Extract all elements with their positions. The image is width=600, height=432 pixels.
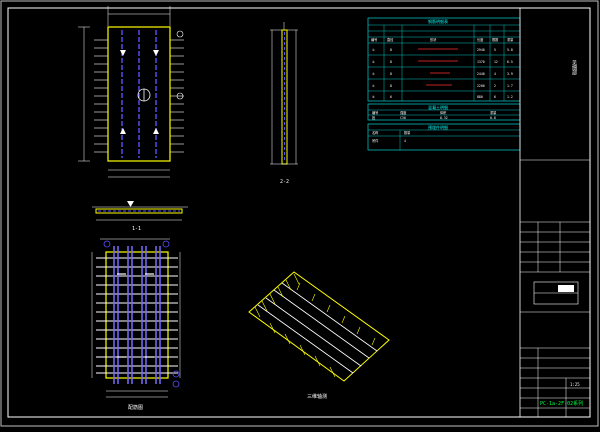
rebar-row-1-count: 5 xyxy=(494,48,496,52)
embed-header-name: 名称 xyxy=(372,130,379,135)
embed-header-qty: 数量 xyxy=(404,130,411,135)
rebar-row-3-count: 4 xyxy=(494,72,496,76)
concrete-row-1-no: 批 xyxy=(372,115,376,120)
rebar-row-1-weight: 5.8 xyxy=(507,48,513,52)
drawing-number: PC-1a-2F-02系列 xyxy=(540,400,583,407)
rebar-row-2-count: 12 xyxy=(494,60,498,64)
reinforcement-plan-view: 配筋图 xyxy=(91,238,181,411)
inner-frame xyxy=(7,7,591,418)
cad-drawing-sheet: 2-2 1-1 配筋图 三维轴测 钢筋明细表 编号 直径 形状 长度 根数 重量… xyxy=(0,0,600,428)
embed-table-title: 预埋件明细 xyxy=(428,124,448,130)
rebar-row-2-no: ② xyxy=(372,60,375,64)
concrete-header-no: 编号 xyxy=(372,110,378,115)
rebar-row-2-weight: 6.5 xyxy=(507,60,513,64)
rebar-row-3-len: 2440 xyxy=(477,72,485,76)
embed-table: 预埋件明细 名称 数量 吊件 4 xyxy=(367,123,521,151)
section-1-1-label: 1-1 xyxy=(132,226,141,232)
outer-frame xyxy=(0,0,599,427)
rebar-row-3-dia: 8 xyxy=(390,72,392,76)
section-1-1-view: 1-1 xyxy=(92,201,188,232)
concrete-row-1-volume: 0.32 xyxy=(440,116,448,120)
rebar-header-count: 根数 xyxy=(492,37,499,42)
isometric-view: 三维轴测 xyxy=(248,271,390,400)
section-2-2-view: 2-2 xyxy=(270,22,298,185)
concrete-row-1-weight: 0.8 xyxy=(490,116,496,120)
rebar-row-2-len: 1370 xyxy=(477,60,485,64)
rebar-header-dia: 直径 xyxy=(387,37,394,42)
rebar-row-4-len: 2200 xyxy=(477,84,485,88)
title-block: 见细部 1:25 PC-1a-2F-02系列 xyxy=(519,8,590,417)
concrete-row-1-grade: C30 xyxy=(400,116,406,120)
rebar-row-4-no: ④ xyxy=(372,84,375,88)
rebar-row-5-count: 6 xyxy=(494,95,496,99)
rebar-row-3-weight: 3.9 xyxy=(507,72,513,76)
rebar-header-shape: 形状 xyxy=(430,37,437,42)
title-block-stamp: 见细部 xyxy=(571,60,577,76)
section-2-2-label: 2-2 xyxy=(280,179,289,185)
rebar-row-2-dia: 8 xyxy=(390,60,392,64)
rebar-row-5-weight: 1.2 xyxy=(507,95,513,99)
rebar-row-1-no: ① xyxy=(372,48,375,52)
rebar-header-no: 编号 xyxy=(371,37,377,42)
rebar-row-1-len: 2940 xyxy=(477,48,485,52)
embed-row-1-qty: 4 xyxy=(404,139,406,143)
concrete-header-grade: 强度 xyxy=(400,110,407,115)
embed-row-1-name: 吊件 xyxy=(372,138,379,143)
rebar-row-5-no: ⑤ xyxy=(372,95,375,99)
rebar-row-4-weight: 1.7 xyxy=(507,84,513,88)
rebar-header-len: 长度 xyxy=(477,37,484,42)
concrete-header-volume: 体积 xyxy=(440,110,447,115)
rebar-row-1-dia: 8 xyxy=(390,48,392,52)
rebar-row-5-len: 880 xyxy=(477,95,483,99)
rebar-table-title: 钢筋明细表 xyxy=(428,18,448,24)
iso-view-label: 三维轴测 xyxy=(307,393,327,400)
plan-view-label: 配筋图 xyxy=(128,404,143,411)
rebar-row-3-no: ③ xyxy=(372,72,375,76)
concrete-table-title: 混凝土明细 xyxy=(428,104,448,110)
rebar-row-4-dia: 8 xyxy=(390,84,392,88)
rebar-row-5-dia: 6 xyxy=(390,95,392,99)
rebar-header-weight: 重量 xyxy=(507,37,514,42)
slab-plan-view xyxy=(78,6,184,178)
rebar-schedule-table: 钢筋明细表 编号 直径 形状 长度 根数 重量 ① 8 2940 5 5.8 ②… xyxy=(367,17,521,102)
concrete-header-weight: 重量 xyxy=(490,110,497,115)
rebar-row-4-count: 2 xyxy=(494,84,496,88)
title-block-scale: 1:25 xyxy=(570,382,580,387)
concrete-table: 混凝土明细 编号 强度 体积 重量 批 C30 0.32 0.8 xyxy=(367,103,521,121)
